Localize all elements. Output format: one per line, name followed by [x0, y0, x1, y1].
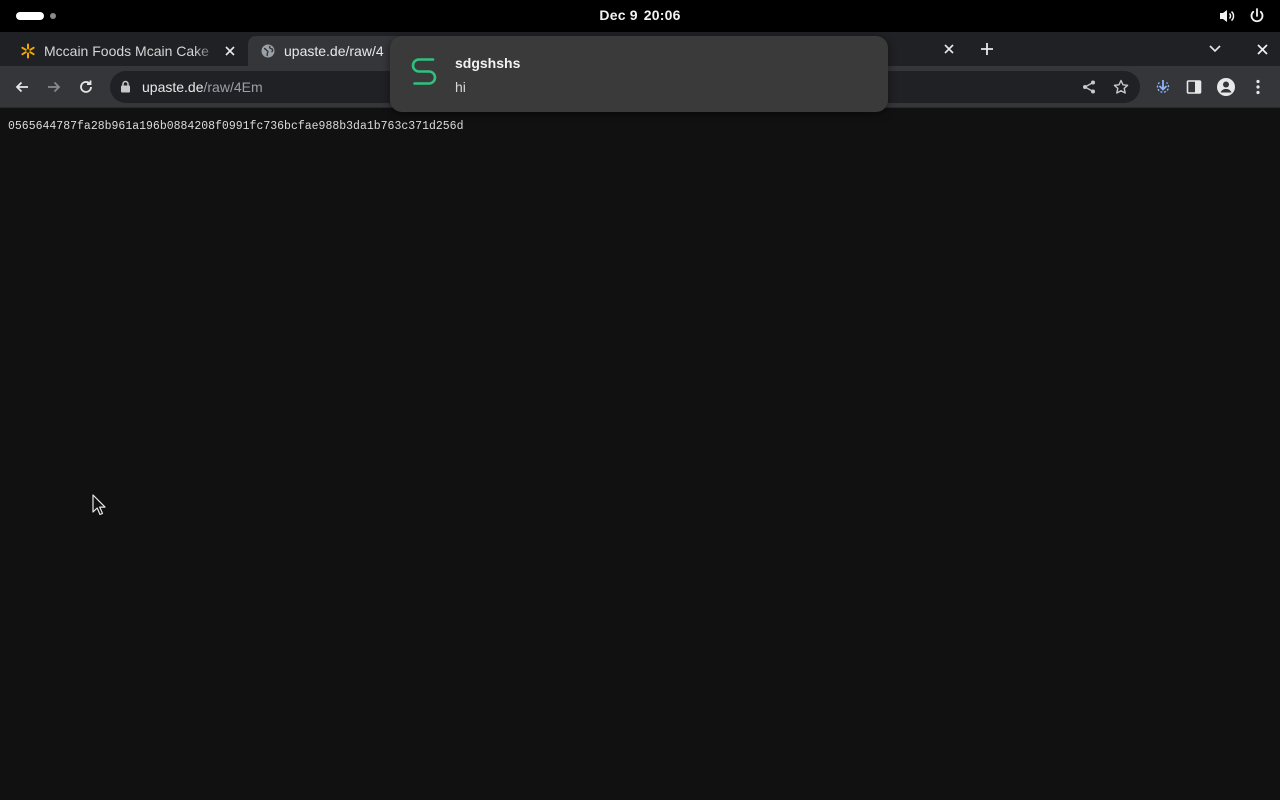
- system-top-bar: Dec 9 20:06: [0, 0, 1280, 32]
- mouse-cursor-icon: [92, 494, 106, 521]
- lock-icon[interactable]: [120, 80, 131, 98]
- reload-button[interactable]: [75, 76, 97, 98]
- raw-paste-text: 0565644787fa28b961a196b0884208f0991fc736…: [8, 120, 464, 133]
- close-icon[interactable]: [220, 41, 240, 61]
- side-panel-icon[interactable]: [1183, 76, 1205, 98]
- notification-body: hi: [455, 79, 466, 95]
- close-icon[interactable]: [939, 39, 959, 59]
- bookmark-star-icon[interactable]: [1112, 78, 1130, 96]
- clock-time: 20:06: [643, 7, 681, 23]
- plus-icon: [981, 43, 993, 55]
- tab-search-button[interactable]: [1205, 39, 1225, 59]
- close-icon: [1256, 43, 1268, 55]
- tab-mccain[interactable]: Mccain Foods Mcain Cake: [8, 36, 246, 66]
- url-text[interactable]: upaste.de/raw/4Em: [142, 79, 263, 95]
- walmart-spark-icon: [20, 43, 36, 59]
- download-icon[interactable]: [1152, 76, 1174, 98]
- notification-title: sdgshshs: [455, 55, 521, 71]
- clock-date: Dec 9: [599, 7, 638, 23]
- url-host: upaste.de: [142, 79, 204, 95]
- power-icon[interactable]: [1248, 7, 1266, 25]
- reload-icon: [80, 80, 92, 93]
- kebab-menu-icon[interactable]: [1247, 76, 1269, 98]
- new-tab-button[interactable]: [976, 38, 998, 60]
- globe-icon: [260, 43, 276, 59]
- window-close-button[interactable]: [1252, 39, 1272, 59]
- page-content: 0565644787fa28b961a196b0884208f0991fc736…: [0, 108, 1280, 800]
- profile-avatar-icon[interactable]: [1215, 76, 1237, 98]
- arrow-left-icon: [15, 81, 28, 93]
- tab-title: Mccain Foods Mcain Cake: [44, 43, 209, 59]
- signal-app-icon: [408, 52, 440, 88]
- volume-icon[interactable]: [1218, 7, 1236, 25]
- url-path: /raw/4Em: [203, 79, 263, 95]
- back-button[interactable]: [11, 76, 33, 98]
- share-icon[interactable]: [1080, 78, 1098, 96]
- clock[interactable]: Dec 9 20:06: [0, 7, 1280, 23]
- forward-button[interactable]: [43, 76, 65, 98]
- notification-banner[interactable]: sdgshshs hi: [390, 36, 888, 112]
- arrow-right-icon: [48, 81, 61, 93]
- chevron-down-icon: [1209, 45, 1221, 53]
